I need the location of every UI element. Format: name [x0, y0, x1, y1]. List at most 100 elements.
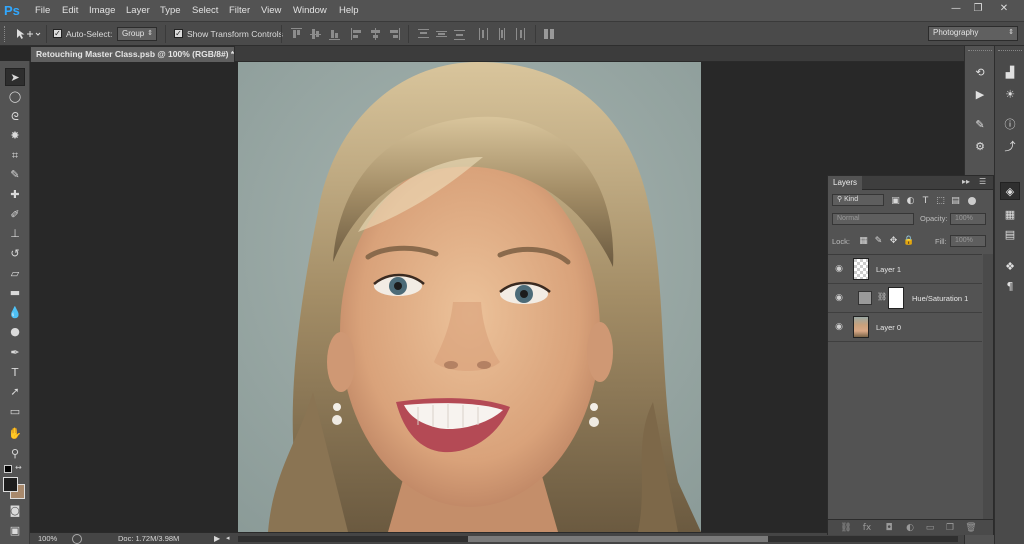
- panel-menu-icon[interactable]: ☰: [979, 177, 991, 189]
- layers-panel-icon[interactable]: ◈: [1000, 182, 1020, 200]
- shape-tool-icon[interactable]: ▭: [5, 403, 25, 421]
- properties-panel-icon[interactable]: ▤: [1000, 226, 1020, 244]
- marquee-tool-icon[interactable]: ◯: [5, 88, 25, 106]
- options-grip[interactable]: [4, 26, 7, 42]
- filter-toggle-icon[interactable]: [968, 197, 976, 205]
- align-bottom-icon[interactable]: [329, 28, 340, 40]
- distribute-hcenter-icon[interactable]: [496, 28, 507, 40]
- eyedropper-tool-icon[interactable]: ✎: [5, 166, 25, 184]
- swap-colors-icon[interactable]: ↔: [15, 463, 25, 473]
- clone-stamp-tool-icon[interactable]: ⊥: [5, 225, 25, 243]
- restore-button[interactable]: ❐: [970, 2, 986, 16]
- layers-tab[interactable]: Layers: [828, 176, 863, 190]
- paragraph-panel-icon[interactable]: ¶: [1000, 278, 1020, 296]
- menu-type[interactable]: Type: [160, 0, 181, 22]
- collapse-panel-icon[interactable]: ▸▸: [962, 177, 974, 189]
- link-icon[interactable]: ⛓: [877, 292, 887, 301]
- blend-mode-dropdown[interactable]: Normal: [832, 213, 914, 225]
- actions-panel-icon[interactable]: ▶: [970, 86, 990, 104]
- scrollbar-thumb[interactable]: [468, 536, 768, 542]
- close-window-button[interactable]: ✕: [996, 2, 1012, 16]
- type-tool-icon[interactable]: T: [5, 364, 25, 382]
- filter-smart-object-icon[interactable]: ▤: [950, 196, 961, 207]
- layer-name[interactable]: Hue/Saturation 1: [912, 284, 968, 313]
- path-select-tool-icon[interactable]: ➚: [5, 383, 25, 401]
- zoom-level[interactable]: 100%: [38, 533, 57, 544]
- blur-tool-icon[interactable]: 💧: [5, 304, 25, 322]
- default-colors-icon[interactable]: [4, 465, 12, 473]
- layer-name[interactable]: Layer 1: [876, 255, 901, 284]
- screen-mode-icon[interactable]: ▣: [5, 522, 25, 540]
- scroll-up-icon[interactable]: [985, 256, 991, 260]
- dodge-tool-icon[interactable]: ●: [5, 323, 25, 341]
- delete-layer-icon[interactable]: 🗑: [965, 522, 977, 534]
- history-panel-icon[interactable]: ⟲: [970, 64, 990, 82]
- menu-file[interactable]: File: [35, 0, 50, 22]
- tool-presets-panel-icon[interactable]: ⚙: [970, 138, 990, 156]
- layer-row[interactable]: ◉ Layer 0: [828, 313, 982, 342]
- show-transform-checkbox[interactable]: ✓: [174, 29, 183, 38]
- filter-pixel-icon[interactable]: ▣: [890, 196, 901, 207]
- pen-tool-icon[interactable]: ✒: [5, 344, 25, 362]
- share-icon[interactable]: [72, 534, 82, 544]
- layer-row[interactable]: ◉ ⛓ Hue/Saturation 1: [828, 284, 982, 313]
- filter-adjustment-icon[interactable]: ◐: [905, 196, 916, 207]
- menu-layer[interactable]: Layer: [126, 0, 150, 22]
- layer-name[interactable]: Layer 0: [876, 313, 901, 342]
- swatches-panel-icon[interactable]: ❖: [1000, 258, 1020, 276]
- minimize-button[interactable]: —: [948, 2, 964, 16]
- move-tool-icon[interactable]: ➤: [5, 68, 25, 86]
- layer-filter-kind[interactable]: ⚲ Kind: [832, 194, 884, 206]
- menu-edit[interactable]: Edit: [62, 0, 78, 22]
- new-adjustment-icon[interactable]: ◐: [904, 522, 916, 534]
- distribute-right-icon[interactable]: [514, 28, 525, 40]
- auto-select-checkbox[interactable]: ✓: [53, 29, 62, 38]
- healing-brush-tool-icon[interactable]: ✚: [5, 186, 25, 204]
- align-top-icon[interactable]: [291, 28, 302, 40]
- new-group-icon[interactable]: ▭: [924, 522, 936, 534]
- quick-mask-icon[interactable]: ◙: [5, 502, 25, 520]
- menu-view[interactable]: View: [261, 0, 281, 22]
- document-canvas[interactable]: [238, 62, 701, 532]
- document-tab[interactable]: Retouching Master Class.psb @ 100% (RGB/…: [30, 46, 235, 62]
- zoom-tool-icon[interactable]: ⚲: [5, 445, 25, 463]
- new-layer-icon[interactable]: ❐: [944, 522, 956, 534]
- horizontal-scrollbar[interactable]: [238, 536, 958, 542]
- lock-position-icon[interactable]: ✥: [888, 236, 899, 247]
- link-layers-icon[interactable]: ⛓: [840, 522, 852, 534]
- distribute-vcenter-icon[interactable]: [436, 28, 447, 40]
- distribute-left-icon[interactable]: [478, 28, 489, 40]
- layers-scrollbar[interactable]: [983, 254, 993, 519]
- tool-preset-picker[interactable]: [14, 27, 42, 41]
- visibility-eye-icon[interactable]: ◉: [833, 322, 845, 332]
- lasso-tool-icon[interactable]: ᘓ: [5, 108, 25, 126]
- menu-filter[interactable]: Filter: [229, 0, 250, 22]
- brush-presets-panel-icon[interactable]: ✎: [970, 116, 990, 134]
- info-panel-icon[interactable]: ⓘ: [1000, 116, 1020, 134]
- dock-grip[interactable]: [998, 50, 1022, 56]
- menu-select[interactable]: Select: [192, 0, 218, 22]
- add-mask-icon[interactable]: ◘: [883, 522, 895, 534]
- layer-mask-thumbnail[interactable]: [888, 287, 904, 309]
- histogram-panel-icon[interactable]: ▟: [1000, 64, 1020, 82]
- align-right-icon[interactable]: [389, 28, 400, 40]
- quick-select-tool-icon[interactable]: ✸: [5, 127, 25, 145]
- workspace-switcher[interactable]: Photography ⇕: [928, 26, 1018, 41]
- distribute-top-icon[interactable]: [418, 28, 429, 40]
- align-vcenter-icon[interactable]: [310, 28, 321, 40]
- filter-type-icon[interactable]: T: [920, 196, 931, 207]
- auto-select-dropdown[interactable]: Group ⇕: [117, 27, 157, 41]
- lock-transparent-icon[interactable]: ▦: [858, 236, 869, 247]
- opacity-field[interactable]: 100%: [950, 213, 986, 225]
- menu-window[interactable]: Window: [293, 0, 327, 22]
- crop-tool-icon[interactable]: ⌗: [5, 147, 25, 165]
- gradient-tool-icon[interactable]: ▬: [5, 284, 25, 302]
- adjustments-panel-icon[interactable]: ☀: [1000, 86, 1020, 104]
- status-menu-arrow-icon[interactable]: ▶: [214, 533, 220, 544]
- lock-all-icon[interactable]: 🔒: [903, 236, 914, 247]
- foreground-color-swatch[interactable]: [3, 477, 18, 492]
- layer-row[interactable]: ◉ Layer 1: [828, 255, 982, 284]
- align-left-icon[interactable]: [351, 28, 362, 40]
- align-hcenter-icon[interactable]: [370, 28, 381, 40]
- channels-panel-icon[interactable]: ▦: [1000, 206, 1020, 224]
